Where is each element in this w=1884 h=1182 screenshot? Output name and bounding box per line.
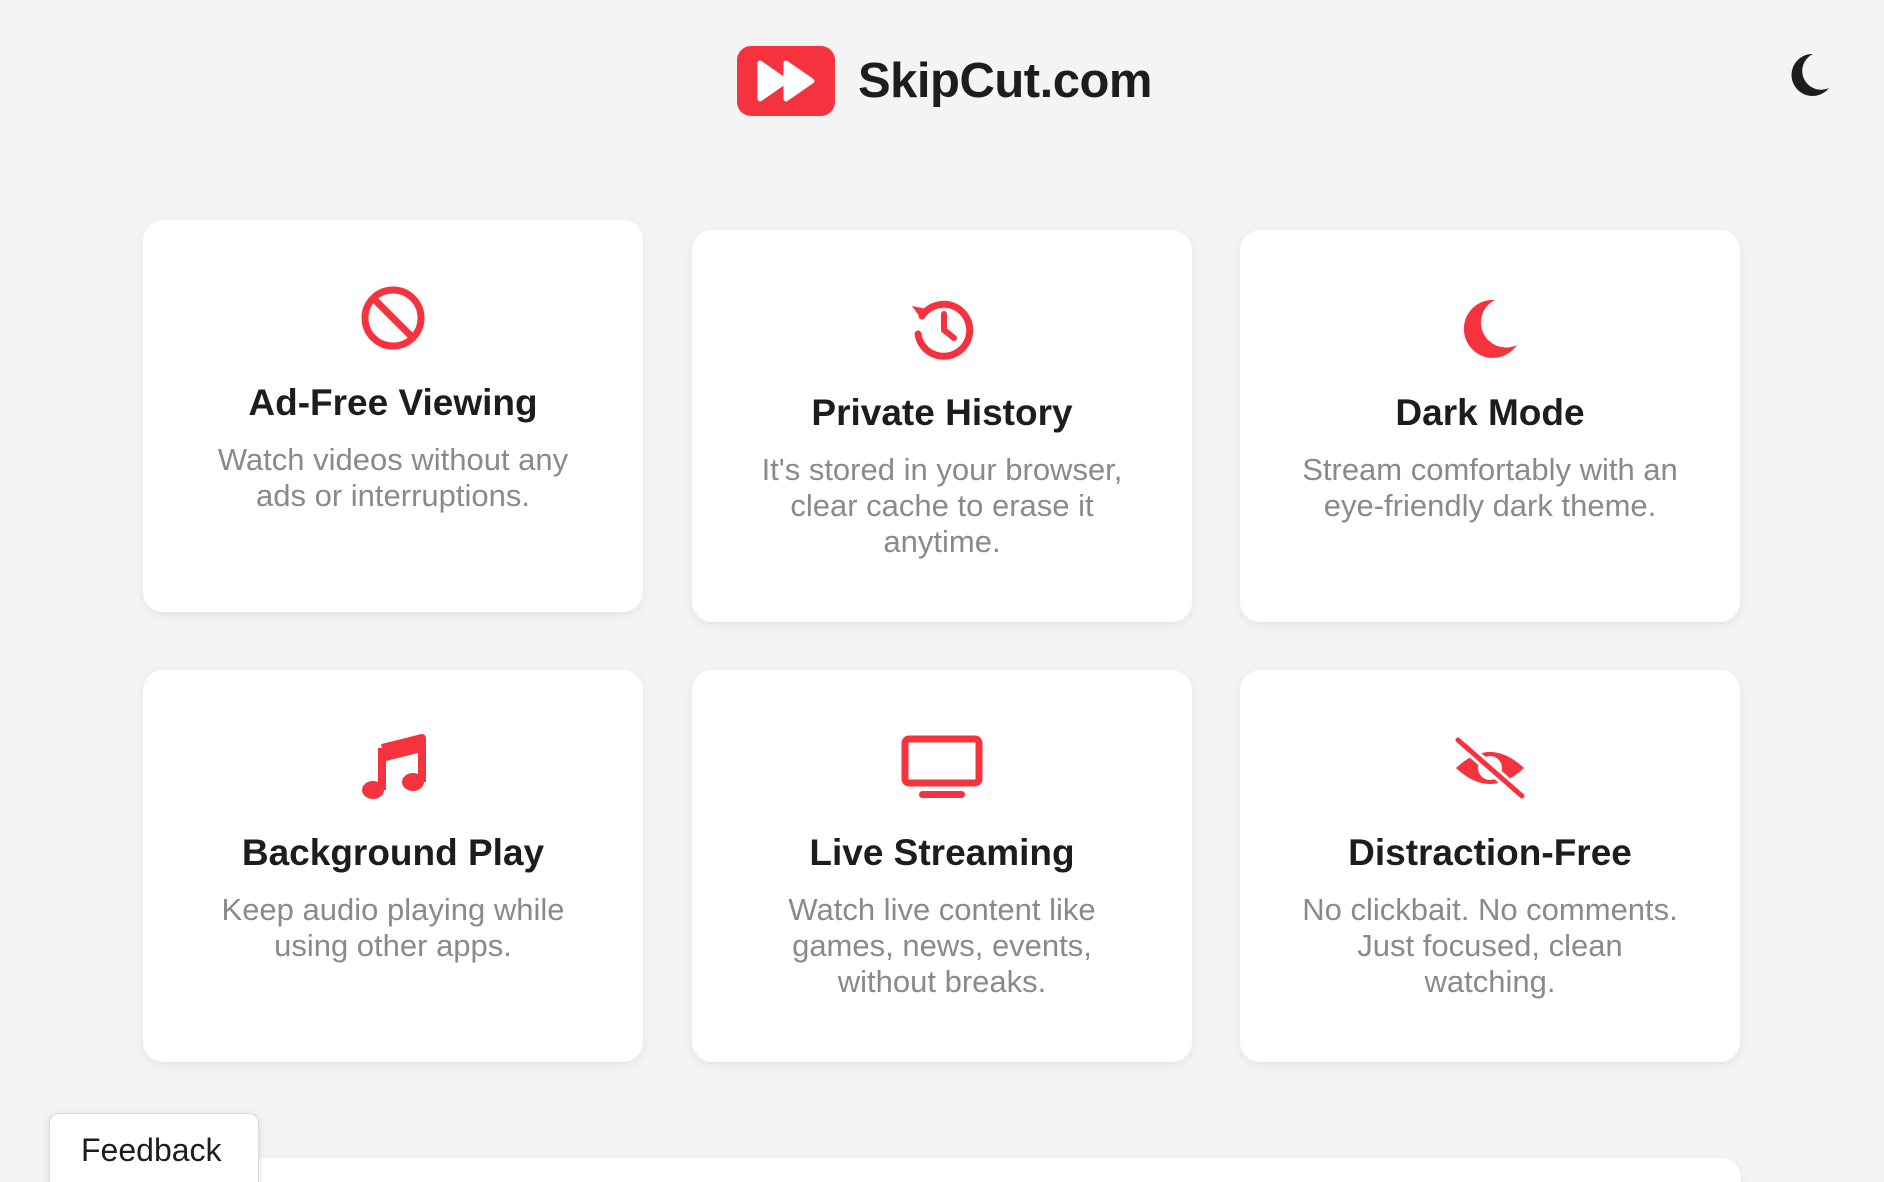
fast-forward-icon[interactable] [737,46,835,116]
feature-title: Background Play [241,832,545,873]
feature-title: Distraction-Free [1348,832,1632,873]
moon-icon [1791,53,1829,96]
theme-toggle-button[interactable] [1785,50,1835,100]
page: SkipCut.com Ad-Free Viewing Watch videos… [0,0,1884,1182]
feature-description: Stream comfortably with an eye-friendly … [1302,452,1678,523]
feedback-button[interactable]: Feedback [49,1113,259,1182]
feature-title: Ad-Free Viewing [248,382,538,423]
tv-icon [901,732,983,804]
feature-title: Private History [811,392,1073,433]
feature-card-ad-free: Ad-Free Viewing Watch videos without any… [143,220,643,612]
feature-title: Dark Mode [1395,392,1585,433]
feature-description: It's stored in your browser, clear cache… [761,452,1123,559]
brand[interactable]: SkipCut.com [737,45,1152,117]
feature-description: Watch videos without any ads or interrup… [217,442,569,513]
music-note-icon [360,732,426,804]
feature-card-private-history: Private History It's stored in your brow… [692,230,1192,622]
moon-icon [1461,292,1519,364]
feature-card-dark-mode: Dark Mode Stream comfortably with an eye… [1240,230,1740,622]
feature-description: Watch live content like games, news, eve… [788,892,1096,999]
no-ads-icon [360,282,426,354]
feature-description: Keep audio playing while using other app… [221,892,565,963]
feature-title: Live Streaming [809,832,1075,873]
bottom-panel [143,1158,1741,1182]
feature-card-live-streaming: Live Streaming Watch live content like g… [692,670,1192,1062]
feature-description: No clickbait. No comments. Just focused,… [1302,892,1678,999]
history-icon [908,292,976,364]
feature-card-background-play: Background Play Keep audio playing while… [143,670,643,1062]
eye-slash-icon [1450,732,1530,804]
brand-name[interactable]: SkipCut.com [858,53,1152,109]
feature-card-distraction-free: Distraction-Free No clickbait. No commen… [1240,670,1740,1062]
